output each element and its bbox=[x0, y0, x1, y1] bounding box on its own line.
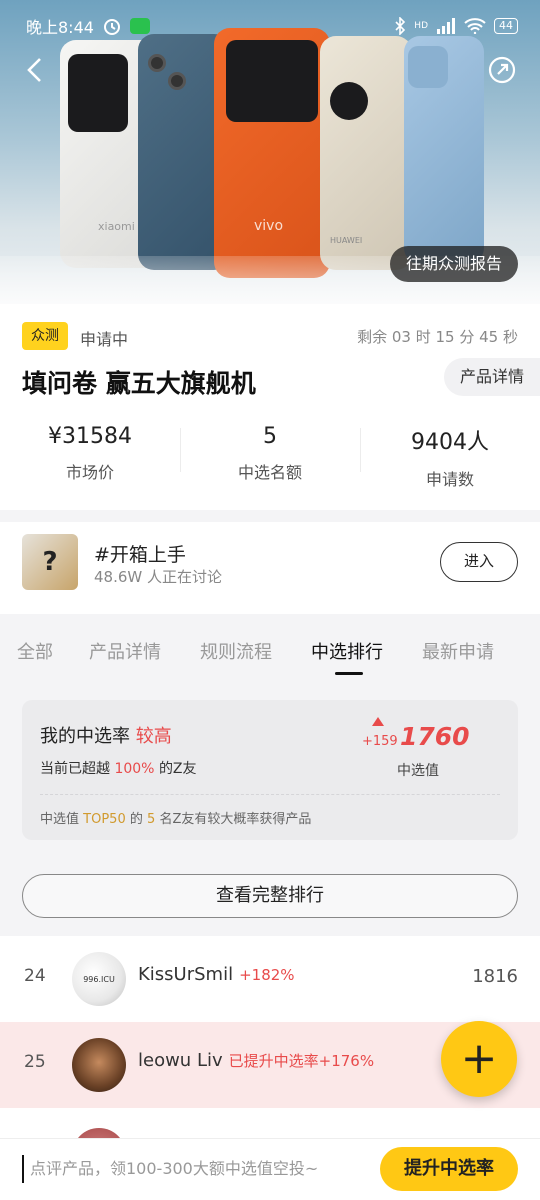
rate-footnote: 中选值 TOP50 的 5 名Z友有较大概率获得产品 bbox=[40, 812, 312, 827]
selection-value-label: 中选值 bbox=[397, 763, 439, 779]
share-icon bbox=[488, 56, 516, 84]
username: leowu Liv 已提升中选率+176% bbox=[138, 1050, 375, 1071]
tab-active-indicator bbox=[335, 672, 363, 675]
rank-number: 25 bbox=[24, 1052, 46, 1072]
bottom-bar: 点评产品，领100-300大额中选值空投~ 提升中选率 bbox=[0, 1138, 540, 1200]
past-reports-button[interactable]: 往期众测报告 bbox=[389, 246, 518, 282]
avatar: 996.ICU bbox=[72, 952, 126, 1006]
topic-title: #开箱上手 bbox=[94, 544, 186, 566]
stats-row: ¥31584 市场价 5 中选名额 9404人 申请数 bbox=[0, 424, 540, 490]
divider bbox=[40, 794, 500, 795]
product-detail-button[interactable]: 产品详情 bbox=[443, 358, 540, 396]
selection-rate-card: 我的中选率 较高 当前已超越 100% 的Z友 +159 1760 中选值 中选… bbox=[22, 700, 518, 840]
bluetooth-icon bbox=[395, 17, 406, 35]
page-title: 填问卷 赢五大旗舰机 bbox=[22, 369, 256, 398]
countdown: 剩余 03 时 15 分 45 秒 bbox=[357, 328, 518, 346]
rate-increase: 已提升中选率+176% bbox=[228, 1052, 375, 1070]
stat-quota: 5 中选名额 bbox=[180, 424, 360, 490]
phone-image-vivo: vivo bbox=[214, 28, 330, 278]
tab-ranking[interactable]: 中选排行 bbox=[311, 638, 383, 664]
wechat-icon bbox=[129, 18, 150, 34]
plus-icon: + bbox=[460, 1033, 498, 1084]
rank-number: 24 bbox=[24, 966, 46, 986]
back-button[interactable] bbox=[24, 56, 44, 92]
status-time: 晚上8:44 bbox=[26, 18, 94, 37]
username: KissUrSmil +182% bbox=[138, 964, 295, 985]
alarm-icon bbox=[103, 19, 120, 35]
rate-description: 当前已超越 100% 的Z友 bbox=[40, 761, 197, 777]
tab-rules[interactable]: 规则流程 bbox=[200, 638, 272, 664]
network-label: HD bbox=[414, 21, 428, 31]
chevron-left-icon bbox=[27, 58, 41, 82]
ranking-row[interactable]: 24 996.ICU KissUrSmil +182% 1816 bbox=[0, 936, 540, 1022]
rate-level: 较高 bbox=[135, 726, 172, 747]
tab-all[interactable]: 全部 bbox=[17, 638, 53, 664]
wifi-icon bbox=[464, 18, 486, 34]
zhongce-badge: 众测 bbox=[22, 322, 68, 350]
rate-title: 我的中选率 较高 bbox=[40, 726, 172, 747]
selection-value: 1760 bbox=[400, 722, 470, 751]
stat-market-price: ¥31584 市场价 bbox=[48, 424, 132, 482]
view-full-ranking-button[interactable]: 查看完整排行 bbox=[22, 874, 518, 918]
tab-bar: 全部 产品详情 规则流程 中选排行 最新申请 bbox=[0, 614, 540, 680]
stat-applicants: 9404人 申请数 bbox=[360, 424, 540, 490]
topic-subtitle: 48.6W 人正在讨论 bbox=[94, 568, 222, 586]
tab-latest[interactable]: 最新申请 bbox=[422, 638, 494, 664]
phone-image-iphone bbox=[404, 36, 484, 264]
boost-rate-button[interactable]: 提升中选率 bbox=[380, 1147, 518, 1191]
avatar bbox=[72, 1038, 126, 1092]
product-info-card: 众测 申请中 剩余 03 时 15 分 45 秒 填问卷 赢五大旗舰机 产品详情… bbox=[0, 304, 540, 510]
enter-button[interactable]: 进入 bbox=[440, 542, 518, 582]
rate-increase: +182% bbox=[239, 966, 295, 984]
hero-banner: xiaomi vivo HUAWEI 晚上8:44 HD 44 往期众测报告 bbox=[0, 0, 540, 304]
topic-card[interactable]: ? #开箱上手 48.6W 人正在讨论 进入 bbox=[0, 522, 540, 614]
apply-status: 申请中 bbox=[80, 330, 129, 349]
rate-delta: +159 bbox=[362, 734, 398, 749]
arrow-up-icon bbox=[372, 717, 384, 726]
battery-icon: 44 bbox=[494, 18, 518, 34]
topic-thumbnail: ? bbox=[22, 534, 78, 590]
status-bar: 晚上8:44 HD 44 bbox=[26, 12, 518, 40]
comment-input[interactable]: 点评产品，领100-300大额中选值空投~ bbox=[22, 1155, 372, 1183]
add-button[interactable]: + bbox=[441, 1021, 517, 1097]
share-button[interactable] bbox=[488, 56, 516, 84]
rank-score: 1816 bbox=[472, 966, 518, 987]
phone-image-huawei: HUAWEI bbox=[320, 36, 412, 270]
signal-icon bbox=[437, 18, 455, 34]
tab-product-detail[interactable]: 产品详情 bbox=[89, 638, 161, 664]
